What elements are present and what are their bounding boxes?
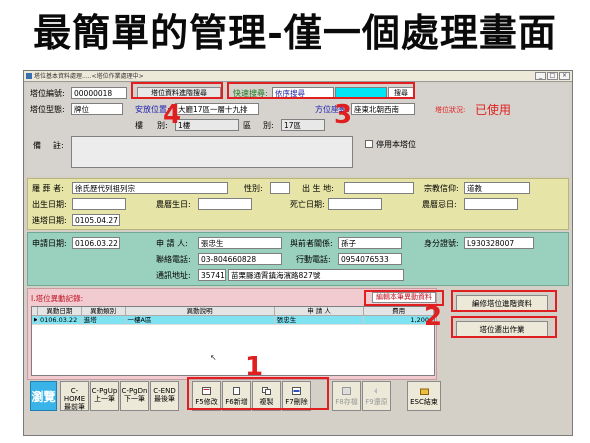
area-field[interactable]: 17區 <box>281 119 325 131</box>
floor-label: 樓 <box>135 121 143 130</box>
annotation-box-advanced-search <box>131 82 223 99</box>
apply-date-field[interactable]: 0106.03.22 <box>72 237 120 249</box>
birthplace-label: 出 生 地: <box>302 184 334 193</box>
floor-field[interactable]: 1樓 <box>175 119 239 131</box>
enshrine-date-field[interactable]: 0105.04.27 <box>72 214 120 226</box>
col-applicant[interactable]: 申 請 人 <box>274 307 365 316</box>
birth-date-field[interactable] <box>72 198 126 210</box>
enshrine-date-label: 進塔日期: <box>32 216 67 225</box>
slide-title: 最簡單的管理-僅一個處理畫面 <box>33 10 557 55</box>
undo-button[interactable]: F9還原 <box>362 381 391 411</box>
lunar-death-label: 農曆忌日: <box>422 200 457 209</box>
lunar-birth-label: 農曆生日: <box>156 200 191 209</box>
maximize-icon[interactable]: □ <box>547 72 558 80</box>
mobile-field[interactable]: 0954076533 <box>338 253 402 265</box>
tower-no-label: 塔位編號: <box>30 89 65 98</box>
annotation-box-exit-tower <box>451 316 557 338</box>
birthplace-field[interactable] <box>344 182 414 194</box>
status-label: 塔位狀況: <box>435 106 466 114</box>
id-field[interactable]: L930328007 <box>464 237 534 249</box>
exit-button[interactable]: ESC結束 <box>407 381 441 411</box>
save-icon <box>342 387 351 395</box>
annotation-number-2: 2 <box>424 302 443 332</box>
zip-field[interactable]: 35741 <box>198 269 226 281</box>
deceased-name-field[interactable]: 徐氏歷代列祖列宗 <box>72 182 228 194</box>
next-record-button[interactable]: C-PgDn 下一筆 <box>120 381 149 411</box>
death-date-label: 死亡日期: <box>290 200 325 209</box>
religion-label: 宗教信仰: <box>424 184 459 193</box>
relation-label: 與前者關係: <box>290 239 333 248</box>
first-record-button[interactable]: C-HOME 最前筆 <box>60 381 89 411</box>
location-field[interactable]: 大廳17區一層十九排 <box>175 103 259 115</box>
close-icon[interactable]: × <box>559 72 570 80</box>
applicant-field[interactable]: 張忠生 <box>198 237 282 249</box>
browse-button[interactable]: 瀏覽 <box>30 381 57 411</box>
note-field[interactable] <box>71 136 353 168</box>
last-record-button[interactable]: C-END 最後筆 <box>150 381 179 411</box>
religion-field[interactable]: 道教 <box>464 182 530 194</box>
lunar-birth-field[interactable] <box>198 198 252 210</box>
status-value: 已使用 <box>475 103 512 117</box>
mouse-cursor-icon: ↖ <box>210 353 217 362</box>
address-field[interactable]: 苗栗縣通霄鎮海濱路827號 <box>228 269 404 281</box>
area-label: 區 <box>243 121 251 130</box>
minimize-icon[interactable]: _ <box>535 72 546 80</box>
annotation-number-1: 1 <box>245 352 264 382</box>
phone-label: 聯絡電話: <box>156 255 191 264</box>
deceased-panel: 羅 葬 者: 徐氏歷代列祖列宗 性別: 出 生 地: 宗教信仰: 道教 出生日期… <box>27 178 569 230</box>
note-sub-label: 註: <box>53 141 64 150</box>
disable-checkbox[interactable] <box>365 140 373 148</box>
gender-label: 性別: <box>244 184 263 193</box>
undo-icon <box>374 388 377 394</box>
app-icon <box>26 73 32 79</box>
window-titlebar: 塔位基本資料處理.....<塔位作業處理中> _ □ × <box>24 71 572 82</box>
phone-field[interactable]: 03-804660828 <box>198 253 282 265</box>
gender-select[interactable] <box>270 182 290 194</box>
disable-label: 停用本塔位 <box>376 140 416 149</box>
annotation-box-quick-search <box>227 82 415 99</box>
relation-field[interactable]: 孫子 <box>338 237 402 249</box>
note-label: 備 <box>33 141 41 150</box>
annotation-number-3: 3 <box>334 100 353 130</box>
area-sub-label: 別: <box>263 121 274 130</box>
mobile-label: 行動電話: <box>296 255 331 264</box>
change-records-grid: 異動日期 異動類別 異動說明 申 請 人 費用 ▶ 0106.03.22 進塔 … <box>31 306 435 376</box>
tower-type-select[interactable]: 牌位 <box>71 103 123 115</box>
death-date-field[interactable] <box>328 198 382 210</box>
change-records-title: I.塔位異動記錄: <box>31 294 84 303</box>
lunar-death-field[interactable] <box>464 198 518 210</box>
tower-type-label: 塔位型態: <box>30 105 65 114</box>
col-type[interactable]: 異動類別 <box>81 307 126 316</box>
annotation-box-edit-advanced <box>451 290 557 312</box>
tower-no-field[interactable]: 00000018 <box>71 87 127 99</box>
deceased-name-label: 羅 葬 者: <box>32 184 64 193</box>
applicant-label: 申 請 人: <box>156 239 188 248</box>
id-label: 身分證號: <box>424 239 459 248</box>
folder-icon <box>419 388 429 395</box>
applicant-panel: 申請日期: 0106.03.22 申 請 人: 張忠生 與前者關係: 孫子 身分… <box>27 232 569 286</box>
col-desc[interactable]: 異動說明 <box>125 307 275 316</box>
annotation-number-4: 4 <box>163 100 182 130</box>
grid-header: 異動日期 異動類別 異動說明 申 請 人 費用 <box>32 307 434 316</box>
apply-date-label: 申請日期: <box>32 239 67 248</box>
birth-date-label: 出生日期: <box>32 200 67 209</box>
window-title: 塔位基本資料處理.....<塔位作業處理中> <box>34 73 144 80</box>
facing-field[interactable]: 座東北朝西南 <box>351 103 415 115</box>
col-date[interactable]: 異動日期 <box>37 307 82 316</box>
save-button[interactable]: F8存檔 <box>332 381 361 411</box>
prev-record-button[interactable]: C-PgUp 上一筆 <box>90 381 119 411</box>
table-row[interactable]: ▶ 0106.03.22 進塔 一樓A區 張忠生 1,200 <box>32 316 434 325</box>
address-label: 通訊地址: <box>156 271 191 280</box>
